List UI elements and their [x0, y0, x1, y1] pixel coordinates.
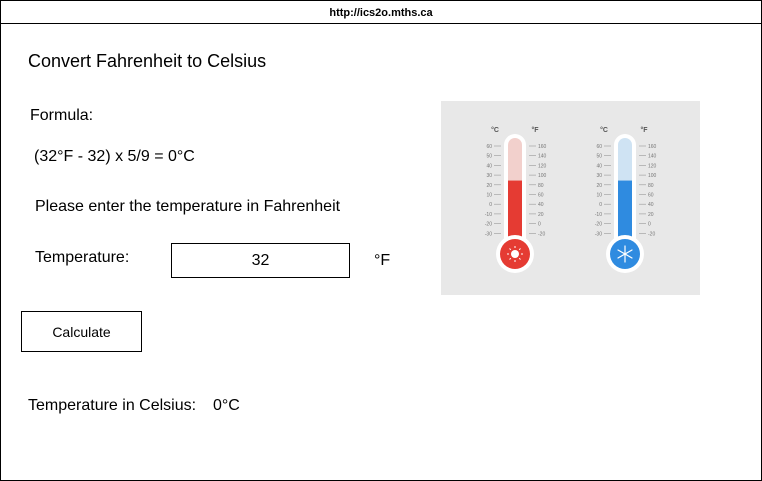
cold-celsius-tick-label: 0 — [599, 202, 602, 208]
hot-celsius-tick-label: 40 — [486, 163, 492, 169]
hot-fahrenheit-tick-label: 20 — [538, 212, 544, 218]
cold-fahrenheit-tick-label: 60 — [648, 193, 654, 199]
hot-fahrenheit-tick-label: 140 — [538, 154, 547, 160]
cold-fahrenheit-tick-label: 100 — [648, 173, 657, 179]
cold-celsius-unit: °C — [600, 126, 608, 134]
cold-fahrenheit-tick-label: 160 — [648, 144, 657, 150]
cold-fahrenheit-tick-label: 0 — [648, 222, 651, 228]
cold-thermometer: °C °F 6050403020100-10-20-30160140120100… — [595, 126, 657, 273]
cold-fahrenheit-tick-label: -20 — [648, 231, 655, 237]
hot-thermometer: °C °F 6050403020100-10-20-30160140120100… — [485, 126, 547, 273]
formula-text: (32°F - 32) x 5/9 = 0°C — [34, 148, 195, 165]
temperature-label: Temperature: — [35, 249, 130, 266]
hot-celsius-tick-label: 50 — [486, 154, 492, 160]
cold-celsius-tick-label: 30 — [596, 173, 602, 179]
cold-celsius-tick-label: -10 — [595, 212, 602, 218]
cold-fahrenheit-tick-label: 40 — [648, 202, 654, 208]
hot-fahrenheit-tick-label: -20 — [538, 231, 545, 237]
fahrenheit-unit-label: °F — [374, 252, 391, 269]
thermometers-graphic: °C °F 6050403020100-10-20-30160140120100… — [485, 126, 657, 273]
page-title: Convert Fahrenheit to Celsius — [28, 51, 267, 71]
cold-celsius-tick-label: -30 — [595, 231, 602, 237]
hot-celsius-tick-label: -30 — [485, 231, 492, 237]
cold-fahrenheit-tick-label: 80 — [648, 183, 654, 189]
hot-fahrenheit-tick-label: 160 — [538, 144, 547, 150]
formula-label: Formula: — [30, 107, 94, 124]
calculate-button[interactable]: Calculate — [21, 311, 142, 352]
cold-celsius-tick-label: 50 — [596, 154, 602, 160]
cold-celsius-tick-label: 60 — [596, 144, 602, 150]
hot-celsius-tick-label: -20 — [485, 222, 492, 228]
temperature-input[interactable] — [171, 243, 350, 278]
cold-fahrenheit-unit: °F — [640, 126, 648, 134]
hot-celsius-tick-label: 20 — [486, 183, 492, 189]
thermometer-illustration: °C °F 60 50 40 30 20 10 0 -10 -20 -30 16… — [441, 101, 700, 295]
cold-celsius-tick-label: 10 — [596, 193, 602, 199]
result-label: Temperature in Celsius: — [28, 397, 197, 414]
hot-fahrenheit-tick-label: 60 — [538, 193, 544, 199]
cold-celsius-tick-label: 40 — [596, 163, 602, 169]
hot-fahrenheit-tick-label: 100 — [538, 173, 547, 179]
hot-celsius-tick-label: 60 — [486, 144, 492, 150]
hot-fahrenheit-tick-label: 0 — [538, 222, 541, 228]
url-bar[interactable]: http://ics2o.mths.ca — [1, 1, 761, 24]
cold-fahrenheit-tick-label: 140 — [648, 154, 657, 160]
cold-celsius-tick-label: 20 — [596, 183, 602, 189]
hot-celsius-tick-label: 30 — [486, 173, 492, 179]
sun-icon — [511, 250, 519, 258]
hot-celsius-unit: °C — [491, 126, 499, 134]
cold-fahrenheit-tick-label: 20 — [648, 212, 654, 218]
hot-fahrenheit-tick-label: 40 — [538, 202, 544, 208]
cold-fahrenheit-tick-label: 120 — [648, 163, 657, 169]
cold-celsius-tick-label: -20 — [595, 222, 602, 228]
result-value: 0°C — [213, 397, 240, 414]
hot-celsius-tick-label: 10 — [486, 193, 492, 199]
hot-fahrenheit-tick-label: 80 — [538, 183, 544, 189]
hot-celsius-tick-label: 0 — [489, 202, 492, 208]
app-window: http://ics2o.mths.ca Convert Fahrenheit … — [0, 0, 762, 481]
hot-fahrenheit-tick-label: 120 — [538, 163, 547, 169]
hot-fahrenheit-unit: °F — [531, 126, 539, 134]
hot-celsius-tick-label: -10 — [485, 212, 492, 218]
instruction-text: Please enter the temperature in Fahrenhe… — [35, 198, 341, 215]
